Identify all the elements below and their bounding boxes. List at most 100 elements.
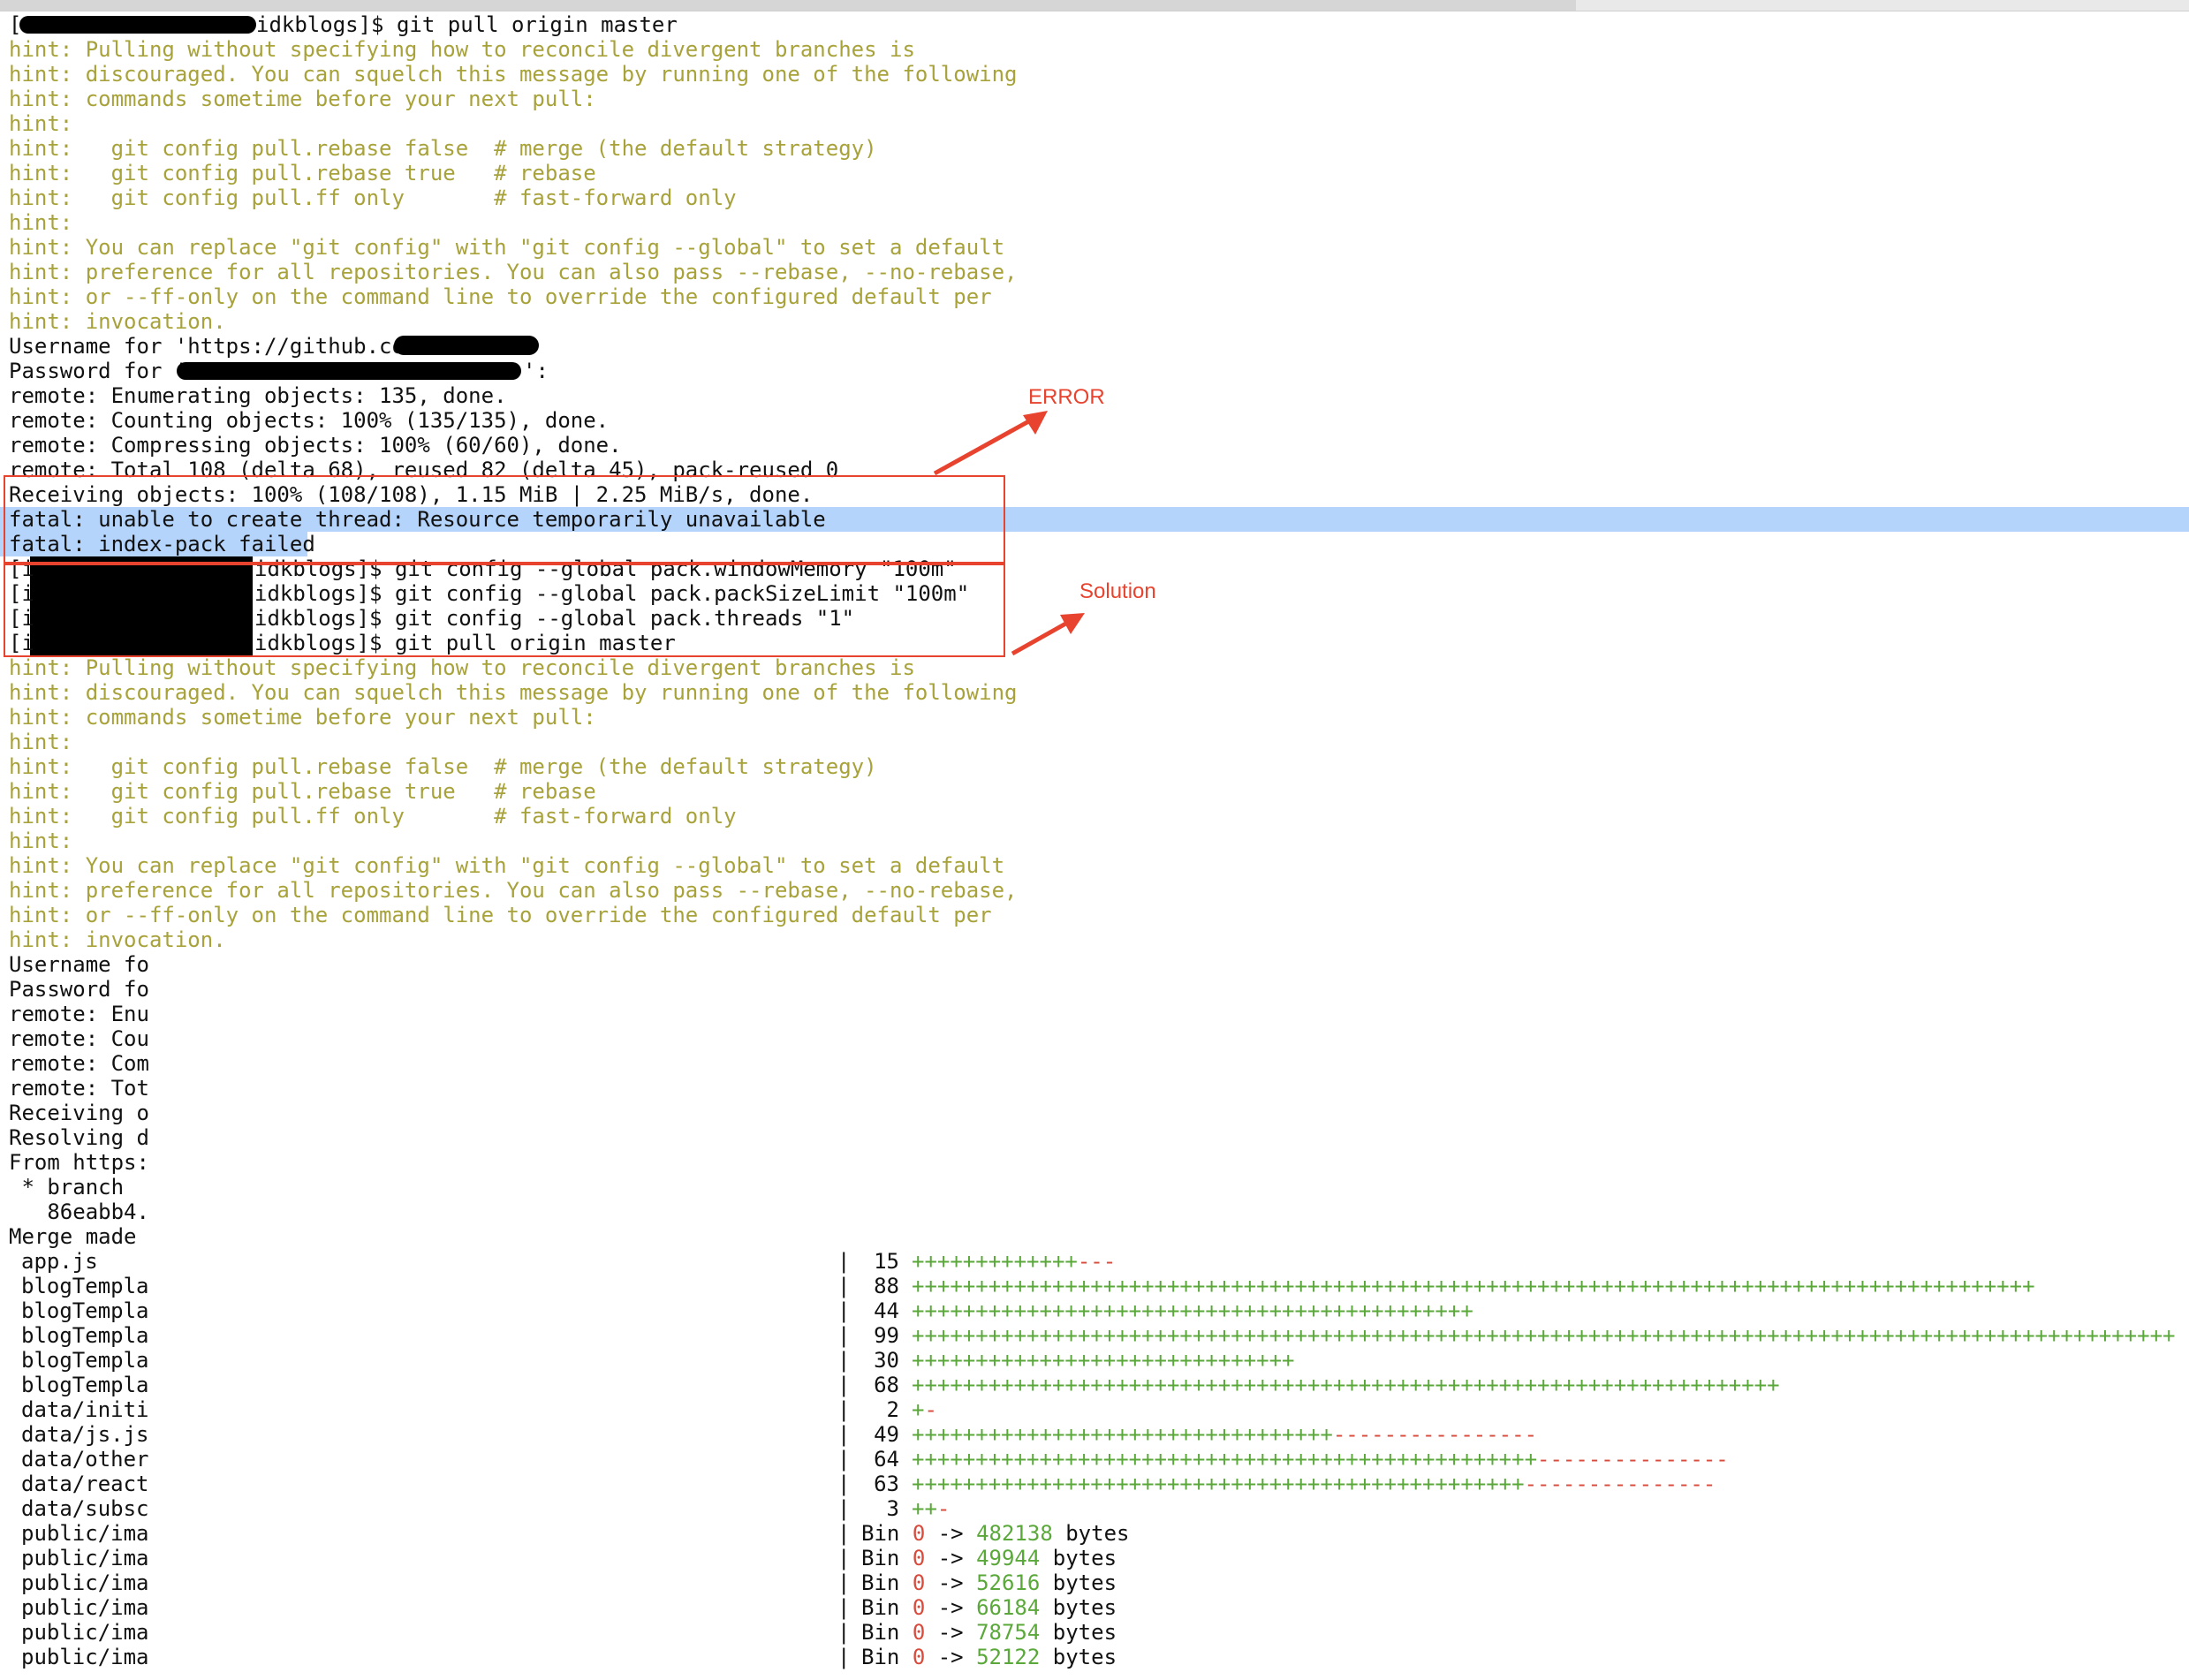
diffstat-bar: ++++++++++++++++++++++++++++++++++++++++… [912,1274,2035,1298]
diffstat-insertions: ++++++++++++++++++++++++++++++++++++++++… [912,1472,1525,1496]
diffstat-insertions: + [912,1397,924,1422]
diffstat-filename: data/other [21,1447,154,1472]
diffstat-deletions: - [924,1397,936,1422]
bin-label: Bin [861,1645,899,1669]
redacted-url [394,336,539,355]
binary-change: Bin 0 -> 49944 bytes [861,1546,1117,1570]
diffstat-insertions: ++++++++++++++++++++++++++++++++++++++++… [912,1274,2035,1298]
terminal-line: Password for ' [9,359,187,383]
binary-filename: public/ima [21,1620,154,1645]
diffstat-insertions: ++++++++++++++++++++++++++++++++++++++++… [912,1447,1537,1472]
diffstat-deletions: --------------- [1537,1447,1729,1472]
diffstat-deletions: ---------------- [1333,1422,1537,1447]
terminal-line: hint: git config pull.rebase false # mer… [9,754,877,779]
binary-filename: public/ima [21,1546,154,1570]
diffstat-count: 15 [848,1249,899,1274]
bin-label: Bin [861,1620,899,1645]
diffstat-insertions: ++ [912,1496,937,1521]
diffstat-bar: ++++++++++++++++++++++++++++++++++++++++… [912,1447,1729,1472]
binary-separator: | [837,1570,850,1595]
binary-filename: public/ima [21,1645,154,1669]
tab-strip-active[interactable] [0,0,1576,11]
terminal-line: hint: Pulling without specifying how to … [9,655,915,680]
binary-change: Bin 0 -> 482138 bytes [861,1521,1129,1546]
solution-highlight-box [4,564,1005,657]
terminal-line: Password fo [9,977,149,1002]
diffstat-count: 99 [848,1323,899,1348]
terminal-line: Receiving o [9,1101,149,1125]
terminal-line: remote: Compressing objects: 100% (60/60… [9,433,622,458]
terminal-output[interactable]: idkblogs]$ git pull origin master[hint: … [0,12,2189,1680]
terminal-line: Username for 'https://github.com [9,334,417,359]
bin-to-size: 52616 [976,1570,1040,1595]
redacted-hostname [19,16,256,34]
bin-to-size: 78754 [976,1620,1040,1645]
binary-separator: | [837,1546,850,1570]
diffstat-filename: data/subsc [21,1496,154,1521]
diffstat-insertions: ++++++++++++++++++++++++++++++++++++++++… [912,1323,2175,1348]
bin-to-size: 66184 [976,1595,1040,1620]
terminal-line: hint: Pulling without specifying how to … [9,37,915,62]
terminal-line: Username fo [9,952,149,977]
binary-separator: | [837,1521,850,1546]
terminal-line: hint: discouraged. You can squelch this … [9,62,1018,87]
terminal-line: hint: [9,730,72,754]
terminal-line: hint: invocation. [9,927,226,952]
bin-from-size: 0 [913,1521,925,1546]
diffstat-bar: +++++++++++++--- [912,1249,1116,1274]
bin-unit: bytes [1053,1645,1117,1669]
window-title-bar [0,0,2189,11]
diffstat-bar: ++++++++++++++++++++++++++++++++++++++++… [912,1373,1780,1397]
diffstat-bar: ++++++++++++++++++++++++++++++++++++++++… [912,1323,2175,1348]
terminal-line: hint: git config pull.ff only # fast-for… [9,185,737,210]
terminal-line: remote: Enumerating objects: 135, done. [9,383,507,408]
diffstat-count: 68 [848,1373,899,1397]
diffstat-count: 88 [848,1274,899,1298]
diffstat-bar: ++- [912,1496,950,1521]
terminal-line: hint: invocation. [9,309,226,334]
diffstat-insertions: ++++++++++++++++++++++++++++++++++++++++… [912,1373,1780,1397]
terminal-line: remote: Tot [9,1076,149,1101]
terminal-line: hint: [9,210,72,235]
diffstat-count: 49 [848,1422,899,1447]
bin-label: Bin [861,1570,899,1595]
solution-arrow-icon [1007,606,1095,659]
binary-filename: public/ima [21,1595,154,1620]
terminal-line: remote: Com [9,1051,149,1076]
prompt-bracket: [ [9,12,21,37]
bin-from-size: 0 [913,1570,925,1595]
terminal-line: hint: You can replace "git config" with … [9,235,1004,260]
terminal-line: hint: git config pull.rebase false # mer… [9,136,877,161]
bin-arrow: -> [938,1546,964,1570]
bin-from-size: 0 [913,1645,925,1669]
error-highlight-box [4,475,1005,564]
diffstat-filename: blogTempla [21,1348,154,1373]
binary-filename: public/ima [21,1521,154,1546]
bin-unit: bytes [1053,1620,1117,1645]
bin-arrow: -> [938,1620,964,1645]
binary-change: Bin 0 -> 78754 bytes [861,1620,1117,1645]
diffstat-filename: blogTempla [21,1323,154,1348]
diffstat-bar: ++++++++++++++++++++++++++++++++++++++++… [912,1298,1473,1323]
bin-from-size: 0 [913,1595,925,1620]
terminal-line: hint: commands sometime before your next… [9,87,596,111]
terminal-line: * branch [9,1175,124,1199]
binary-change: Bin 0 -> 66184 bytes [861,1595,1117,1620]
diffstat-count: 44 [848,1298,899,1323]
terminal-line: remote: Cou [9,1026,149,1051]
diffstat-count: 2 [848,1397,899,1422]
solution-label: Solution [1079,579,1156,604]
binary-change: Bin 0 -> 52616 bytes [861,1570,1117,1595]
terminal-line: hint: [9,111,72,136]
diffstat-bar: +- [912,1397,937,1422]
password-prompt-tail: ': [523,359,549,383]
terminal-line: hint: commands sometime before your next… [9,705,596,730]
diffstat-bar: ++++++++++++++++++++++++++++++++++++++++… [912,1472,1716,1496]
bin-to-size: 482138 [976,1521,1053,1546]
terminal-line: remote: Enu [9,1002,149,1026]
diffstat-insertions: +++++++++++++ [912,1249,1078,1274]
terminal-line: hint: or --ff-only on the command line t… [9,903,992,927]
terminal-line: Resolving d [9,1125,149,1150]
bin-arrow: -> [938,1645,964,1669]
diffstat-insertions: +++++++++++++++++++++++++++++++++ [912,1422,1333,1447]
